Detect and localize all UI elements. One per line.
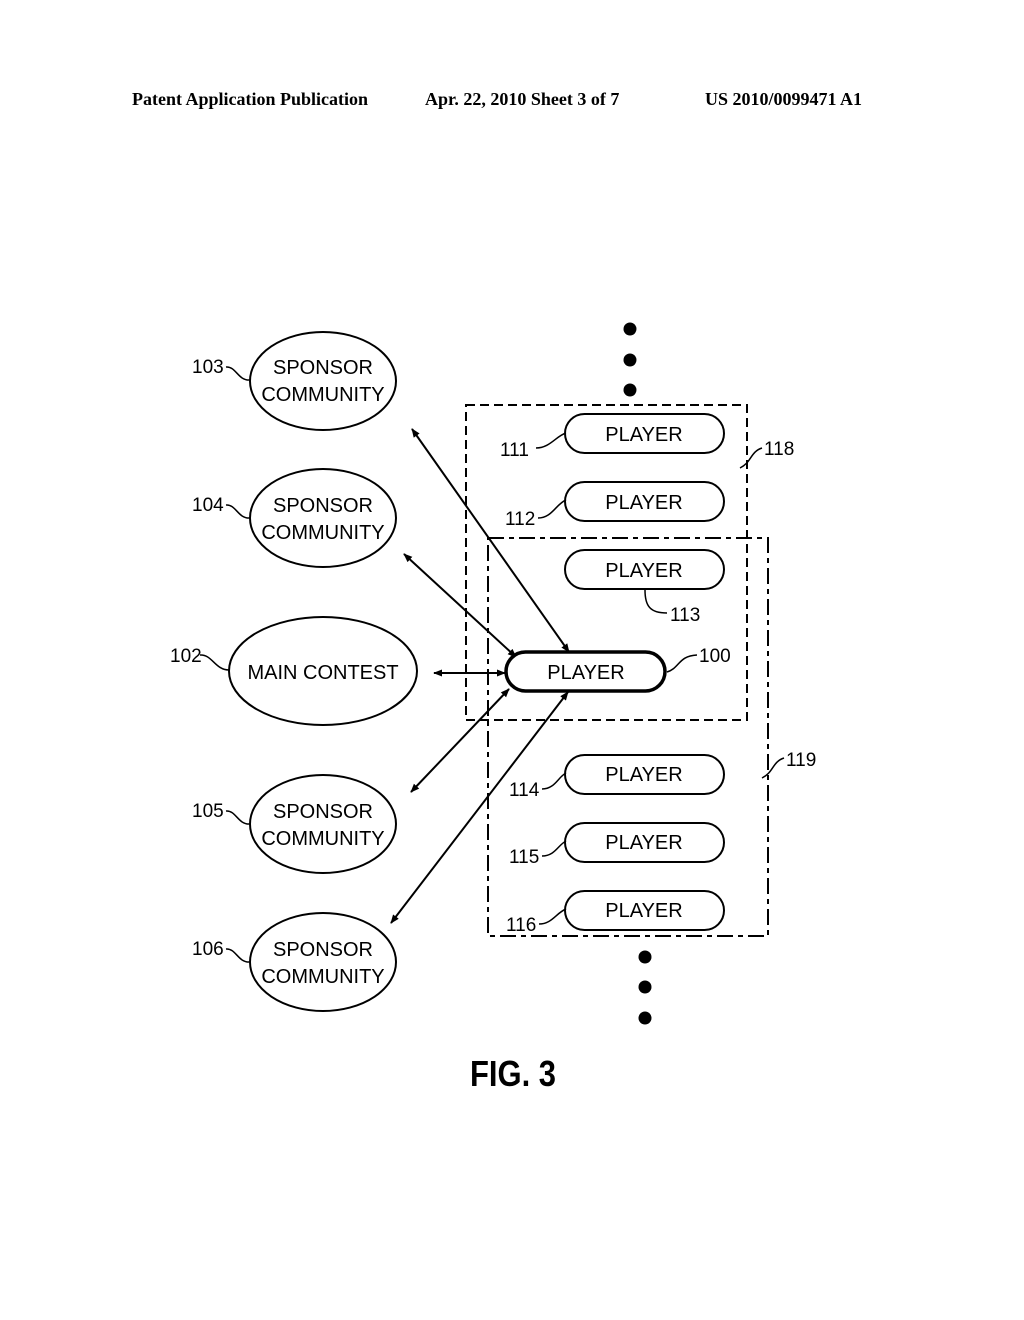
ellipsis-dot: [638, 950, 652, 964]
player-116: PLAYER 116: [506, 890, 725, 936]
leader-106: [225, 948, 251, 963]
node-label-line2: COMMUNITY: [261, 384, 384, 406]
edge-100-105: [410, 688, 510, 793]
node-ellipse: [249, 774, 397, 874]
node-label-line1: SPONSOR: [273, 939, 373, 961]
leader-118: [739, 447, 763, 469]
node-label-line2: COMMUNITY: [261, 966, 384, 988]
leader-114: [541, 772, 567, 790]
ellipsis-dot: [623, 353, 637, 367]
player-100: PLAYER 100: [504, 646, 731, 693]
leader-105: [225, 810, 251, 825]
main-contest-102: MAIN CONTEST 102: [170, 616, 418, 726]
leader-111: [535, 432, 567, 449]
bottom-ellipsis: [638, 950, 652, 1025]
ref-119: 119: [786, 750, 816, 771]
player-label: PLAYER: [605, 424, 682, 446]
edge-100-103: [411, 428, 570, 653]
ref-111: 111: [500, 440, 529, 461]
node-label-line2: COMMUNITY: [261, 828, 384, 850]
leader-112: [537, 499, 567, 519]
player-label: PLAYER: [605, 900, 682, 922]
edge-100-106: [390, 691, 569, 924]
ref-100: 100: [699, 646, 731, 667]
ellipsis-dot: [623, 322, 637, 336]
node-label-line1: SPONSOR: [273, 495, 373, 517]
ellipsis-dot: [623, 383, 637, 397]
edge-100-104: [403, 553, 517, 658]
leader-100: [666, 654, 698, 673]
player-112: PLAYER 112: [505, 481, 725, 530]
ref-103: 103: [192, 357, 224, 378]
node-label-line1: SPONSOR: [273, 357, 373, 379]
node-label-line1: SPONSOR: [273, 801, 373, 823]
leader-102: [199, 654, 230, 671]
ref-115: 115: [509, 847, 539, 868]
leader-113: [644, 589, 668, 614]
sponsor-community-106: SPONSOR COMMUNITY 106: [192, 912, 397, 1012]
player-label: PLAYER: [605, 492, 682, 514]
player-label: PLAYER: [605, 764, 682, 786]
player-label: PLAYER: [547, 662, 624, 684]
ref-105: 105: [192, 801, 224, 822]
node-label: MAIN CONTEST: [247, 662, 398, 684]
figure-3-diagram: 118 119 SPONSOR COMMUNITY 103 SPONSOR CO…: [170, 322, 816, 1094]
node-ellipse: [249, 912, 397, 1012]
top-ellipsis: [623, 322, 637, 397]
leader-103: [225, 366, 251, 381]
ref-102: 102: [170, 646, 202, 667]
node-ellipse: [249, 331, 397, 431]
leader-119: [761, 757, 785, 779]
ref-114: 114: [509, 780, 540, 801]
player-113: PLAYER 113: [564, 549, 725, 626]
ref-118: 118: [764, 439, 794, 460]
node-ellipse: [249, 468, 397, 568]
sponsor-community-104: SPONSOR COMMUNITY 104: [192, 468, 397, 568]
ref-112: 112: [505, 509, 535, 530]
node-label-line2: COMMUNITY: [261, 522, 384, 544]
leader-104: [225, 504, 251, 519]
ref-116: 116: [506, 915, 536, 936]
player-114: PLAYER 114: [509, 754, 725, 801]
player-111: PLAYER 111: [500, 413, 725, 461]
sponsor-community-105: SPONSOR COMMUNITY 105: [192, 774, 397, 874]
player-115: PLAYER 115: [509, 822, 725, 868]
ref-113: 113: [670, 605, 700, 626]
figure-caption: FIG. 3: [470, 1053, 556, 1094]
ref-104: 104: [192, 495, 224, 516]
ellipsis-dot: [638, 980, 652, 994]
leader-115: [541, 840, 567, 857]
sponsor-community-103: SPONSOR COMMUNITY 103: [192, 331, 397, 431]
leader-116: [538, 908, 567, 925]
player-label: PLAYER: [605, 832, 682, 854]
ellipsis-dot: [638, 1011, 652, 1025]
ref-106: 106: [192, 939, 224, 960]
player-label: PLAYER: [605, 560, 682, 582]
